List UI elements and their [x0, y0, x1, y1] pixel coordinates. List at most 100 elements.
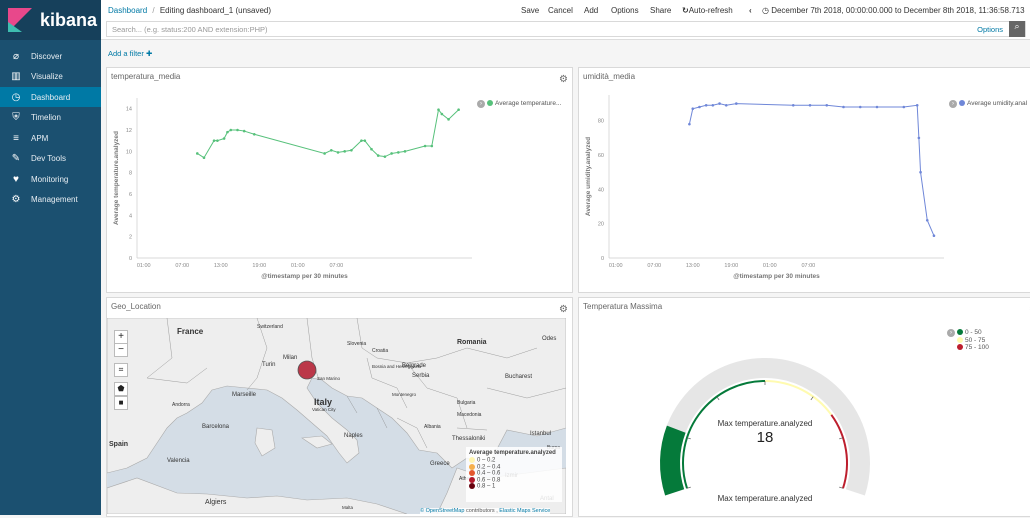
panel-gear-icon[interactable]: ⚙	[559, 304, 568, 315]
refresh-icon: ↻	[682, 6, 689, 15]
sidebar-item-apm[interactable]: ≡ APM	[0, 128, 101, 148]
draw-rectangle-icon[interactable]: ■	[114, 396, 128, 410]
data-point[interactable]	[336, 151, 340, 154]
search-bar[interactable]: Search... (e.g. status:200 AND extension…	[106, 21, 1026, 37]
cancel-button[interactable]: Cancel	[548, 6, 573, 15]
sidebar-item-label: Visualize	[31, 72, 63, 81]
data-point[interactable]	[383, 155, 387, 158]
search-input[interactable]: Search... (e.g. status:200 AND extension…	[112, 25, 268, 34]
sidebar-item-dashboard[interactable]: ◷ Dashboard	[0, 87, 101, 107]
data-point[interactable]	[875, 105, 879, 109]
data-point[interactable]	[397, 151, 400, 154]
legend-color-dot	[469, 457, 475, 463]
add-filter-link[interactable]: Add a filter ✚	[108, 49, 152, 58]
data-point[interactable]	[825, 103, 829, 107]
breadcrumb: Dashboard / Editing dashboard_1 (unsaved…	[108, 6, 271, 15]
data-point[interactable]	[252, 132, 256, 136]
data-point[interactable]	[222, 137, 226, 140]
data-point[interactable]	[791, 103, 795, 107]
data-point[interactable]	[216, 139, 219, 142]
ems-link[interactable]: Elastic Maps Service	[499, 508, 550, 514]
gauge-label: Max temperature.analyzed	[717, 419, 813, 428]
panel-umidita-media: umidità_media › Average umidity.anal 0 20 4…	[578, 67, 1030, 293]
x-tick-label: 07:00	[647, 263, 661, 269]
data-point[interactable]	[917, 136, 921, 140]
gauge-tick	[810, 396, 814, 401]
sidebar-item-visualize[interactable]: ▥ Visualize	[0, 67, 101, 87]
data-point[interactable]	[226, 130, 229, 134]
sidebar-item-timelion[interactable]: ⛨ Timelion	[0, 108, 101, 128]
data-point[interactable]	[363, 139, 367, 142]
data-point[interactable]	[691, 107, 695, 111]
fit-bounds-icon[interactable]: ⌗	[114, 363, 128, 377]
data-point[interactable]	[236, 128, 239, 132]
gear-icon: ⚙	[11, 194, 21, 205]
data-point[interactable]	[343, 150, 346, 153]
data-point[interactable]	[390, 152, 393, 155]
kibana-logo[interactable]: kibana	[0, 0, 101, 40]
data-point[interactable]	[360, 139, 363, 142]
zoom-in-button[interactable]: +	[114, 330, 128, 344]
breadcrumb-dashboard-link[interactable]: Dashboard	[108, 6, 147, 15]
data-point[interactable]	[925, 218, 929, 222]
map-place-label: Albania	[424, 424, 441, 430]
data-point[interactable]	[735, 102, 738, 105]
sidebar-item-management[interactable]: ⚙ Management	[0, 190, 101, 210]
data-point[interactable]	[842, 105, 845, 109]
data-point[interactable]	[688, 122, 691, 126]
map-place-label: Milan	[283, 355, 297, 361]
options-button[interactable]: Options	[611, 6, 639, 15]
data-point[interactable]	[370, 147, 373, 151]
data-point[interactable]	[376, 154, 380, 157]
time-picker[interactable]: ◷ December 7th 2018, 00:00:00.000 to Dec…	[762, 6, 1025, 15]
data-point[interactable]	[932, 234, 936, 237]
search-submit-icon[interactable]: ⌕	[1009, 21, 1025, 37]
map-place-label: Slovenia	[347, 341, 366, 347]
share-button[interactable]: Share	[650, 6, 671, 15]
osm-link[interactable]: © OpenStreetMap	[420, 508, 464, 514]
data-point[interactable]	[437, 108, 440, 112]
data-point[interactable]	[724, 103, 728, 107]
sidebar-item-dev-tools[interactable]: ✎ Dev Tools	[0, 149, 101, 169]
data-point[interactable]	[858, 105, 862, 109]
data-point[interactable]	[403, 150, 407, 153]
data-point[interactable]	[698, 105, 701, 109]
sidebar-item-monitoring[interactable]: ♥ Monitoring	[0, 169, 101, 189]
data-point[interactable]	[457, 108, 460, 112]
save-button[interactable]: Save	[521, 6, 539, 15]
data-point[interactable]	[915, 103, 919, 107]
data-point[interactable]	[440, 112, 444, 116]
data-point[interactable]	[323, 152, 326, 155]
draw-polygon-icon[interactable]: ⬟	[114, 382, 128, 396]
data-point[interactable]	[196, 152, 199, 155]
map-attribution: © OpenStreetMap contributors , Elastic M…	[420, 508, 551, 514]
sidebar-item-discover[interactable]: ⌀ Discover	[0, 46, 101, 66]
map-data-marker[interactable]	[297, 360, 317, 380]
search-options-button[interactable]: Options	[977, 25, 1003, 34]
data-point[interactable]	[808, 103, 812, 107]
add-button[interactable]: Add	[584, 6, 598, 15]
panel-title: Geo_Location	[111, 302, 161, 311]
map-legend-item: 0 – 0.2	[469, 457, 559, 464]
time-back-icon[interactable]: ‹	[749, 6, 752, 15]
data-point[interactable]	[704, 103, 708, 107]
map-place-label: Serbia	[412, 373, 430, 379]
data-point[interactable]	[919, 170, 922, 174]
data-point[interactable]	[330, 148, 333, 152]
y-tick-label: 10	[126, 149, 132, 155]
data-point[interactable]	[447, 118, 450, 121]
data-point[interactable]	[718, 102, 721, 105]
data-point[interactable]	[242, 129, 246, 133]
data-point[interactable]	[423, 144, 427, 148]
auto-refresh-button[interactable]: ↻Auto-refresh	[682, 6, 733, 15]
data-point[interactable]	[202, 156, 206, 160]
data-point[interactable]	[430, 144, 434, 148]
data-point[interactable]	[212, 139, 216, 142]
map-place-label: Spain	[109, 441, 128, 448]
data-point[interactable]	[902, 105, 906, 109]
data-point[interactable]	[350, 148, 353, 152]
data-point[interactable]	[229, 128, 233, 132]
kibana-logo-icon	[8, 8, 32, 32]
zoom-out-button[interactable]: −	[114, 343, 128, 357]
data-point[interactable]	[711, 103, 715, 107]
